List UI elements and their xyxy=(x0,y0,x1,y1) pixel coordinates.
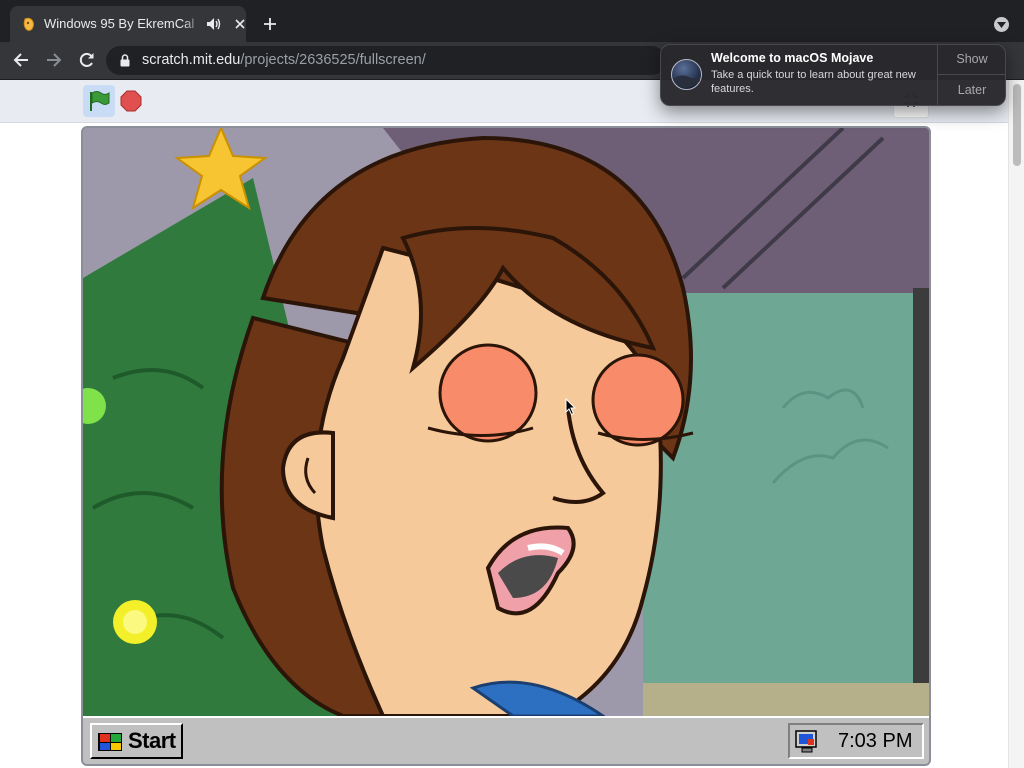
close-icon[interactable] xyxy=(232,16,248,32)
notification-actions: Show Later xyxy=(937,45,1005,105)
macos-notification[interactable]: Welcome to macOS Mojave Take a quick tou… xyxy=(660,44,1006,106)
scratch-page: Start 7:03 PM xyxy=(0,80,1008,768)
browser-tab-strip: Windows 95 By EkremCal xyxy=(0,0,1024,42)
lock-icon[interactable] xyxy=(120,54,130,67)
mouse-cursor-icon xyxy=(565,398,577,416)
tab-search-button[interactable] xyxy=(994,17,1009,32)
cartoon-scene xyxy=(83,128,929,716)
windows-logo-icon xyxy=(98,733,122,751)
project-stage[interactable]: Start 7:03 PM xyxy=(81,126,931,766)
system-tray: 7:03 PM xyxy=(788,723,924,759)
start-label: Start xyxy=(128,728,176,753)
green-flag-icon xyxy=(90,91,110,111)
green-flag-button[interactable] xyxy=(83,85,115,117)
url-text: scratch.mit.edu/projects/2636525/fullscr… xyxy=(142,52,426,68)
browser-tab[interactable]: Windows 95 By EkremCal xyxy=(10,6,246,42)
address-bar[interactable]: scratch.mit.edu/projects/2636525/fullscr… xyxy=(106,46,666,75)
scrollbar-thumb[interactable] xyxy=(1013,84,1021,166)
later-button[interactable]: Later xyxy=(938,76,1005,105)
start-button[interactable]: Start xyxy=(90,723,183,759)
forward-arrow-icon[interactable] xyxy=(44,50,64,70)
scratch-favicon xyxy=(23,17,34,31)
chevron-down-icon xyxy=(997,22,1006,28)
macos-mojave-icon xyxy=(671,59,702,90)
notification-body: Take a quick tour to learn about great n… xyxy=(711,69,916,95)
tab-title: Windows 95 By EkremCal xyxy=(44,16,195,31)
url-path: /projects/2636525/fullscreen/ xyxy=(240,52,426,68)
url-host: scratch.mit.edu xyxy=(142,52,241,68)
show-button[interactable]: Show xyxy=(938,45,1005,75)
page-scrollbar[interactable] xyxy=(1008,80,1024,768)
back-arrow-icon[interactable] xyxy=(11,50,31,70)
windows-taskbar: Start 7:03 PM xyxy=(83,716,929,764)
taskbar-clock: 7:03 PM xyxy=(838,730,913,752)
stop-icon[interactable] xyxy=(120,90,142,112)
reload-icon[interactable] xyxy=(77,50,97,70)
plus-icon[interactable] xyxy=(262,16,278,32)
audio-icon[interactable] xyxy=(206,17,222,31)
notification-title: Welcome to macOS Mojave xyxy=(711,51,874,65)
tray-monitor-icon[interactable] xyxy=(794,729,822,755)
